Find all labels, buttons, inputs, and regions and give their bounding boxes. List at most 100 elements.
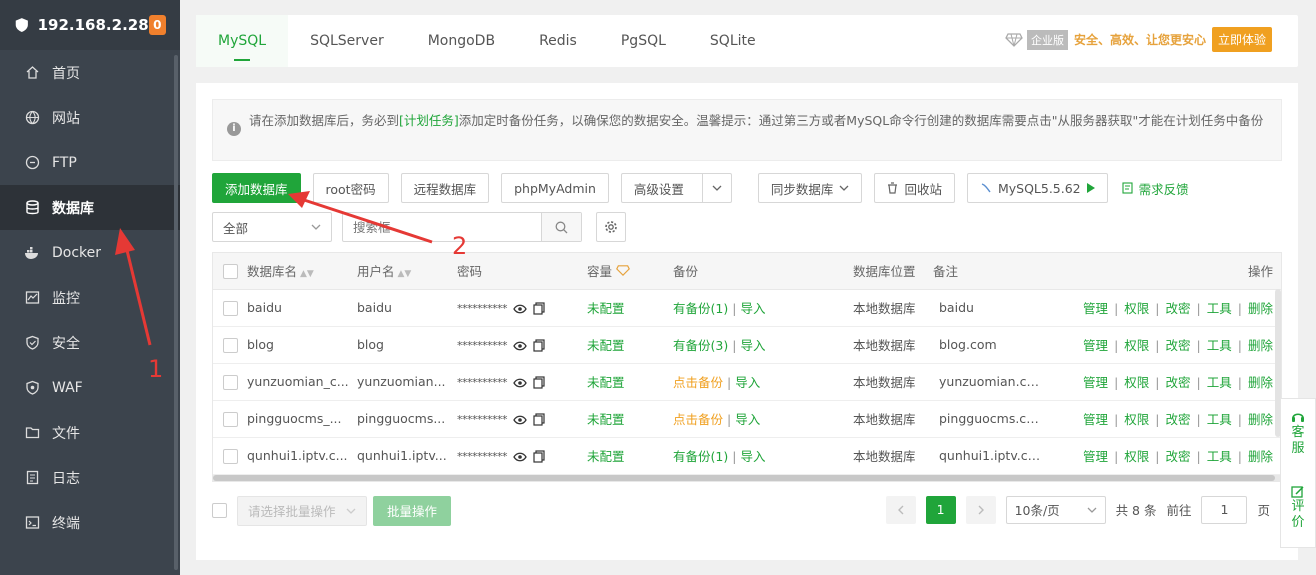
- customer-service-button[interactable]: 客 服: [1290, 409, 1306, 457]
- header-username[interactable]: 用户名 ▲▼: [357, 253, 457, 290]
- phpmyadmin-button[interactable]: phpMyAdmin: [501, 173, 609, 203]
- tab-sqlite[interactable]: SQLite: [688, 15, 778, 67]
- op-tools-link[interactable]: 工具: [1207, 375, 1232, 390]
- current-page-button[interactable]: 1: [925, 495, 956, 524]
- op-manage-link[interactable]: 管理: [1083, 375, 1108, 390]
- recycle-bin-button[interactable]: 回收站: [874, 173, 955, 203]
- column-settings-button[interactable]: [596, 212, 626, 242]
- op-permission-link[interactable]: 权限: [1124, 449, 1149, 464]
- cell-import-link[interactable]: 导入: [740, 301, 765, 316]
- cell-import-link[interactable]: 导入: [735, 412, 760, 427]
- copy-icon[interactable]: [533, 450, 545, 463]
- eye-icon[interactable]: [513, 304, 527, 314]
- cell-capacity[interactable]: 未配置: [587, 437, 673, 475]
- notification-badge[interactable]: 0: [148, 15, 166, 35]
- cell-note[interactable]: baidu: [933, 289, 1043, 327]
- row-checkbox[interactable]: [223, 374, 238, 390]
- tab-pgsql[interactable]: PgSQL: [599, 15, 688, 67]
- op-tools-link[interactable]: 工具: [1207, 338, 1232, 353]
- select-all-checkbox[interactable]: [223, 263, 238, 279]
- op-delete-link[interactable]: 删除: [1248, 375, 1273, 390]
- cell-capacity[interactable]: 未配置: [587, 326, 673, 364]
- cell-note[interactable]: yunzuomian.com: [933, 363, 1043, 401]
- sidebar-item-terminal[interactable]: 终端: [0, 500, 180, 545]
- op-manage-link[interactable]: 管理: [1083, 301, 1108, 316]
- eye-icon[interactable]: [513, 452, 527, 462]
- cell-backup-link[interactable]: 点击备份: [673, 412, 723, 427]
- op-change-password-link[interactable]: 改密: [1166, 338, 1191, 353]
- sidebar-item-log[interactable]: 日志: [0, 455, 180, 500]
- op-manage-link[interactable]: 管理: [1083, 449, 1108, 464]
- tab-mysql[interactable]: MySQL: [196, 15, 289, 67]
- try-now-button[interactable]: 立即体验: [1211, 27, 1272, 52]
- op-change-password-link[interactable]: 改密: [1166, 375, 1191, 390]
- cell-note[interactable]: qunhui1.iptv.com: [933, 437, 1043, 475]
- op-tools-link[interactable]: 工具: [1207, 301, 1232, 316]
- op-delete-link[interactable]: 删除: [1248, 338, 1273, 353]
- sidebar-item-database[interactable]: 数据库: [0, 185, 180, 230]
- copy-icon[interactable]: [533, 302, 545, 315]
- cell-backup-link[interactable]: 有备份(1): [673, 449, 728, 464]
- cell-note[interactable]: pingguocms.com: [933, 400, 1043, 438]
- cron-task-link[interactable]: [计划任务]: [399, 113, 459, 128]
- header-db-name[interactable]: 数据库名 ▲▼: [247, 253, 357, 290]
- op-tools-link[interactable]: 工具: [1207, 449, 1232, 464]
- op-permission-link[interactable]: 权限: [1124, 301, 1149, 316]
- sidebar-item-monitor[interactable]: 监控: [0, 275, 180, 320]
- remote-database-button[interactable]: 远程数据库: [400, 173, 490, 203]
- cell-import-link[interactable]: 导入: [735, 375, 760, 390]
- goto-page-input[interactable]: 1: [1201, 495, 1248, 524]
- mysql-version-button[interactable]: MySQL5.5.62: [966, 173, 1108, 203]
- chevron-down-icon[interactable]: [701, 174, 731, 202]
- copy-icon[interactable]: [533, 376, 545, 389]
- sync-database-button[interactable]: 同步数据库: [757, 173, 863, 203]
- op-delete-link[interactable]: 删除: [1248, 301, 1273, 316]
- cell-backup-link[interactable]: 点击备份: [673, 375, 723, 390]
- op-manage-link[interactable]: 管理: [1083, 338, 1108, 353]
- page-size-select[interactable]: 10条/页: [1005, 495, 1106, 524]
- op-delete-link[interactable]: 删除: [1248, 412, 1273, 427]
- tab-mongodb[interactable]: MongoDB: [406, 15, 517, 67]
- row-checkbox[interactable]: [223, 337, 238, 353]
- add-database-button[interactable]: 添加数据库: [212, 173, 301, 203]
- scrollbar-thumb[interactable]: [213, 474, 1275, 481]
- search-input[interactable]: [343, 213, 541, 241]
- scope-select[interactable]: 全部: [212, 212, 332, 242]
- eye-icon[interactable]: [513, 378, 527, 388]
- prev-page-button[interactable]: [885, 495, 916, 524]
- cell-note[interactable]: blog.com: [933, 326, 1043, 364]
- sidebar-item-ftp[interactable]: FTP: [0, 140, 180, 185]
- sidebar-item-home[interactable]: 首页: [0, 50, 180, 95]
- cell-backup-link[interactable]: 有备份(1): [673, 301, 728, 316]
- review-button[interactable]: 评 价: [1291, 485, 1305, 531]
- op-permission-link[interactable]: 权限: [1124, 338, 1149, 353]
- copy-icon[interactable]: [533, 339, 545, 352]
- sidebar-item-docker[interactable]: Docker: [0, 230, 180, 275]
- sidebar-item-folder[interactable]: 文件: [0, 410, 180, 455]
- op-permission-link[interactable]: 权限: [1124, 375, 1149, 390]
- op-tools-link[interactable]: 工具: [1207, 412, 1232, 427]
- row-checkbox[interactable]: [223, 411, 238, 427]
- op-manage-link[interactable]: 管理: [1083, 412, 1108, 427]
- footer-select-all-checkbox[interactable]: [212, 503, 227, 518]
- search-button[interactable]: [541, 213, 581, 241]
- cell-import-link[interactable]: 导入: [740, 338, 765, 353]
- batch-action-button[interactable]: 批量操作: [373, 495, 452, 526]
- cell-capacity[interactable]: 未配置: [587, 400, 673, 438]
- eye-icon[interactable]: [513, 341, 527, 351]
- op-permission-link[interactable]: 权限: [1124, 412, 1149, 427]
- next-page-button[interactable]: [965, 495, 996, 524]
- feedback-link[interactable]: 需求反馈: [1122, 179, 1189, 198]
- tab-redis[interactable]: Redis: [517, 15, 599, 67]
- op-delete-link[interactable]: 删除: [1248, 449, 1273, 464]
- cell-import-link[interactable]: 导入: [740, 449, 765, 464]
- eye-icon[interactable]: [513, 415, 527, 425]
- horizontal-scrollbar[interactable]: [213, 474, 1281, 481]
- cell-backup-link[interactable]: 有备份(3): [673, 338, 728, 353]
- op-change-password-link[interactable]: 改密: [1166, 449, 1191, 464]
- batch-action-select[interactable]: 请选择批量操作: [237, 495, 367, 526]
- row-checkbox[interactable]: [223, 448, 238, 464]
- cell-capacity[interactable]: 未配置: [587, 289, 673, 327]
- copy-icon[interactable]: [533, 413, 545, 426]
- row-checkbox[interactable]: [223, 300, 238, 316]
